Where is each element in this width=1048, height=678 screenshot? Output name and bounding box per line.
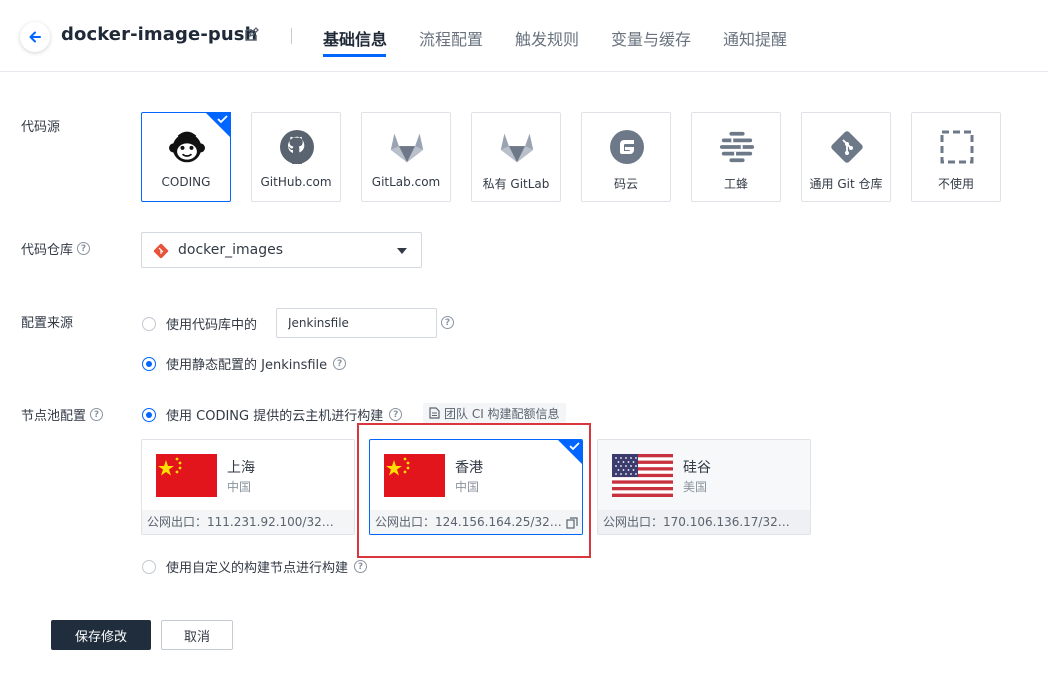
source-option-private-gitlab[interactable]: 私有 GitLab <box>471 112 561 202</box>
config-source-static-option[interactable]: 使用静态配置的 Jenkinsfile ? <box>142 354 347 373</box>
source-option-coding[interactable]: CODING <box>141 112 231 202</box>
source-option-tgit[interactable]: 工蜂 <box>691 112 781 202</box>
page-title: docker-image-push <box>61 24 258 45</box>
source-option-label: GitHub.com <box>260 175 332 189</box>
gitlab-icon <box>389 129 425 165</box>
node-city: 香港 <box>455 460 483 476</box>
edit-icon[interactable] <box>244 27 259 42</box>
repository-value: docker_images <box>178 242 284 258</box>
node-card-silicon-valley[interactable]: 硅谷 美国 公网出口：170.106.136.17/32,... <box>597 439 811 535</box>
node-city: 硅谷 <box>683 460 711 476</box>
arrow-left-icon <box>29 31 41 43</box>
node-pool-label: 节点池配置 ? <box>21 405 104 424</box>
radio-config-repo[interactable] <box>142 316 156 331</box>
page-header: docker-image-push 基础信息 流程配置 触发规则 变量与缓存 通… <box>0 0 1048 72</box>
radio-label: 使用静态配置的 Jenkinsfile <box>166 358 328 373</box>
node-egress-ip: 公网出口：170.106.136.17/32,... <box>598 510 810 534</box>
chevron-down-icon <box>397 248 407 254</box>
node-pool-cloud-option[interactable]: 使用 CODING 提供的云主机进行构建 ? <box>142 405 403 424</box>
node-city: 上海 <box>227 460 255 476</box>
quota-link-text: 团队 CI 构建配额信息 <box>444 406 560 421</box>
radio-label: 使用 CODING 提供的云主机进行构建 <box>166 409 384 424</box>
config-source-label: 配置来源 <box>21 316 74 331</box>
code-source-label: 代码源 <box>21 120 61 135</box>
help-icon[interactable]: ? <box>333 357 347 370</box>
back-button[interactable] <box>20 22 50 52</box>
help-icon[interactable]: ? <box>389 408 403 421</box>
node-card-hongkong[interactable]: 香港 中国 公网出口：124.156.164.25/32,... <box>369 439 583 535</box>
header-divider <box>291 28 292 44</box>
source-option-gitee[interactable]: 码云 <box>581 112 671 202</box>
source-option-github[interactable]: GitHub.com <box>251 112 341 202</box>
help-icon[interactable]: ? <box>90 408 104 421</box>
jenkinsfile-path-input[interactable] <box>276 308 437 338</box>
radio-config-static[interactable] <box>142 356 156 371</box>
help-icon[interactable]: ? <box>354 560 368 573</box>
source-option-none[interactable]: 不使用 <box>911 112 1001 202</box>
tab-trigger-rules[interactable]: 触发规则 <box>515 26 579 50</box>
node-country: 美国 <box>683 480 708 494</box>
gitee-icon <box>609 129 645 165</box>
tgit-icon <box>719 129 755 165</box>
tab-notifications[interactable]: 通知提醒 <box>723 26 787 50</box>
source-option-gitlab[interactable]: GitLab.com <box>361 112 451 202</box>
source-option-label: 通用 Git 仓库 <box>809 177 883 191</box>
node-card-shanghai[interactable]: 上海 中国 公网出口：111.231.92.100/32,... <box>141 439 355 535</box>
help-icon[interactable]: ? <box>77 242 91 255</box>
radio-label: 使用自定义的构建节点进行构建 <box>166 561 349 576</box>
node-country: 中国 <box>455 480 480 494</box>
node-pool-custom-option[interactable]: 使用自定义的构建节点进行构建 ? <box>142 557 368 576</box>
node-country: 中国 <box>227 480 252 494</box>
cancel-button[interactable]: 取消 <box>161 620 233 650</box>
git-repo-icon <box>153 243 169 259</box>
source-option-label: 码云 <box>613 177 638 191</box>
none-dashed-icon <box>939 129 975 165</box>
repository-label: 代码仓库 ? <box>21 239 91 258</box>
git-icon <box>829 129 865 165</box>
help-icon[interactable]: ? <box>441 316 454 329</box>
document-icon <box>429 407 440 419</box>
source-option-generic-git[interactable]: 通用 Git 仓库 <box>801 112 891 202</box>
source-option-label: 工蜂 <box>723 177 748 191</box>
node-egress-ip: 公网出口：124.156.164.25/32,... <box>370 510 582 534</box>
tab-variables-cache[interactable]: 变量与缓存 <box>611 26 691 50</box>
china-flag-icon <box>384 454 445 497</box>
active-tab-indicator <box>323 54 386 57</box>
source-option-label: CODING <box>161 175 211 189</box>
source-option-label: 不使用 <box>937 177 974 191</box>
radio-node-cloud[interactable] <box>142 407 156 422</box>
save-button[interactable]: 保存修改 <box>51 620 151 650</box>
coding-monkey-icon <box>169 129 205 165</box>
config-source-repo-option[interactable]: 使用代码库中的 <box>142 314 257 333</box>
gitlab-private-icon <box>499 129 535 165</box>
source-option-label: 私有 GitLab <box>482 177 550 191</box>
radio-node-custom[interactable] <box>142 559 156 574</box>
copy-icon[interactable] <box>566 517 578 529</box>
github-icon <box>279 129 315 165</box>
node-egress-ip: 公网出口：111.231.92.100/32,... <box>142 510 354 534</box>
repository-select[interactable]: docker_images <box>141 232 422 268</box>
tab-pipeline-config[interactable]: 流程配置 <box>419 26 483 50</box>
quota-info-link[interactable]: 团队 CI 构建配额信息 <box>423 403 566 423</box>
selected-check-icon <box>558 440 582 464</box>
radio-label: 使用代码库中的 <box>166 318 258 333</box>
usa-flag-icon <box>612 454 673 497</box>
selected-check-icon <box>205 112 231 138</box>
tab-basic-info[interactable]: 基础信息 <box>323 26 387 50</box>
china-flag-icon <box>156 454 217 497</box>
source-option-label: GitLab.com <box>371 175 441 189</box>
